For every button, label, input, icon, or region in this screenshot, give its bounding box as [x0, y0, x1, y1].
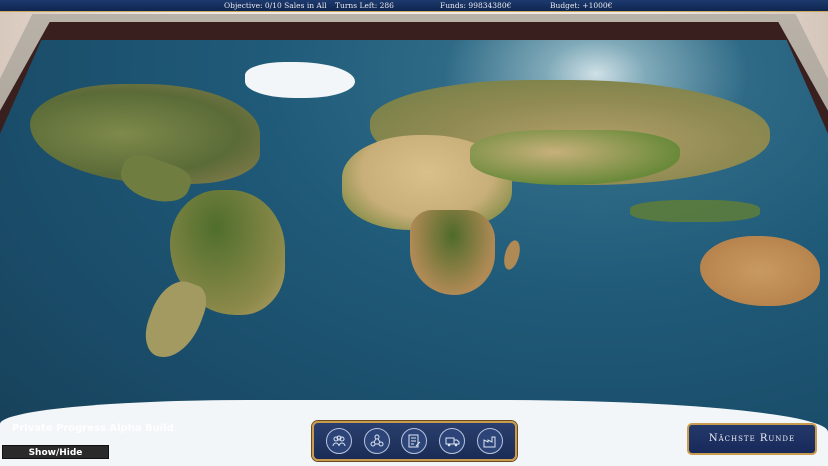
people-button[interactable] — [325, 428, 352, 454]
status-bar: Objective: 0/10 Sales in All Turns Left:… — [0, 0, 828, 12]
madagascar — [501, 238, 523, 272]
objective-text: Objective: 0/10 Sales in All — [224, 1, 327, 10]
show-hide-button[interactable]: Show/Hide — [2, 445, 109, 459]
truck-icon — [445, 437, 460, 447]
africa-south[interactable] — [410, 210, 495, 295]
document-edit-button[interactable] — [401, 428, 428, 454]
indonesia — [630, 200, 760, 222]
south-america-tail[interactable] — [137, 273, 213, 367]
funds-text: Funds: 99834380€ — [440, 1, 512, 10]
australia[interactable] — [700, 236, 820, 306]
greenland — [245, 62, 355, 98]
build-watermark: Private Progress Alpha Build — [12, 423, 174, 434]
world-map[interactable] — [0, 40, 828, 466]
budget-text: Budget: +1000€ — [550, 1, 613, 10]
truck-button[interactable] — [439, 428, 466, 454]
people-icon — [332, 435, 346, 447]
factory-icon — [483, 436, 496, 448]
network-button[interactable] — [363, 428, 390, 454]
network-icon — [370, 434, 384, 447]
document-edit-icon — [408, 434, 421, 448]
factory-button[interactable] — [477, 428, 504, 454]
turns-left-text: Turns Left: 286 — [335, 1, 394, 10]
next-round-button[interactable]: Nächste Runde — [687, 423, 817, 455]
action-toolbar — [312, 421, 517, 461]
